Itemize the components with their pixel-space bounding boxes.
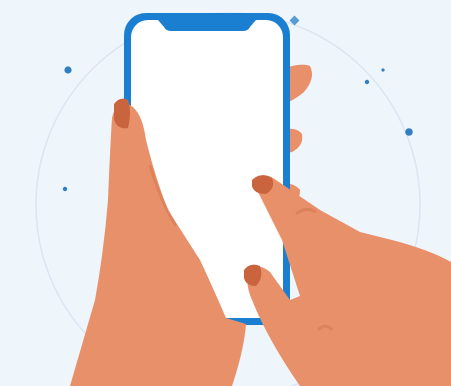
phone-notch <box>158 20 256 31</box>
left-thumb-nail <box>114 98 130 129</box>
dot <box>64 66 72 74</box>
illustration-scene <box>0 0 451 386</box>
hands-phone-illustration <box>35 12 451 386</box>
dot <box>364 79 370 85</box>
dot <box>381 68 385 72</box>
dot <box>62 186 68 192</box>
dot <box>405 128 413 136</box>
